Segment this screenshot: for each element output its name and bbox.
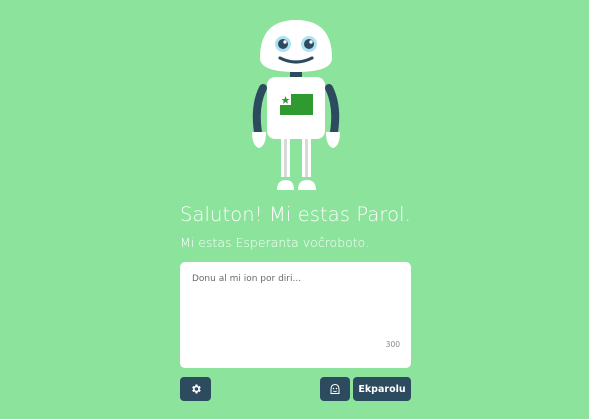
- speak-button[interactable]: [320, 377, 350, 401]
- robot-head: [260, 20, 332, 72]
- left-hand: [252, 132, 266, 148]
- subtitle-text: Mi estas Esperanta voĉroboto.: [180, 235, 370, 250]
- submit-button[interactable]: Ekparolu: [353, 377, 411, 401]
- speech-input[interactable]: [180, 262, 411, 368]
- greeting-heading: Saluton! Mi estas Parol.: [180, 203, 411, 226]
- right-hand: [326, 132, 340, 148]
- gear-icon: [191, 384, 201, 394]
- settings-button[interactable]: [180, 377, 211, 401]
- left-foot: [277, 180, 294, 190]
- robot-mascot: [252, 20, 340, 190]
- speech-input-card: 300: [180, 262, 411, 368]
- right-arm: [325, 84, 340, 136]
- char-count: 300: [385, 340, 400, 349]
- robot-speak-icon: [330, 383, 340, 394]
- left-arm: [252, 84, 267, 136]
- right-foot: [298, 180, 316, 190]
